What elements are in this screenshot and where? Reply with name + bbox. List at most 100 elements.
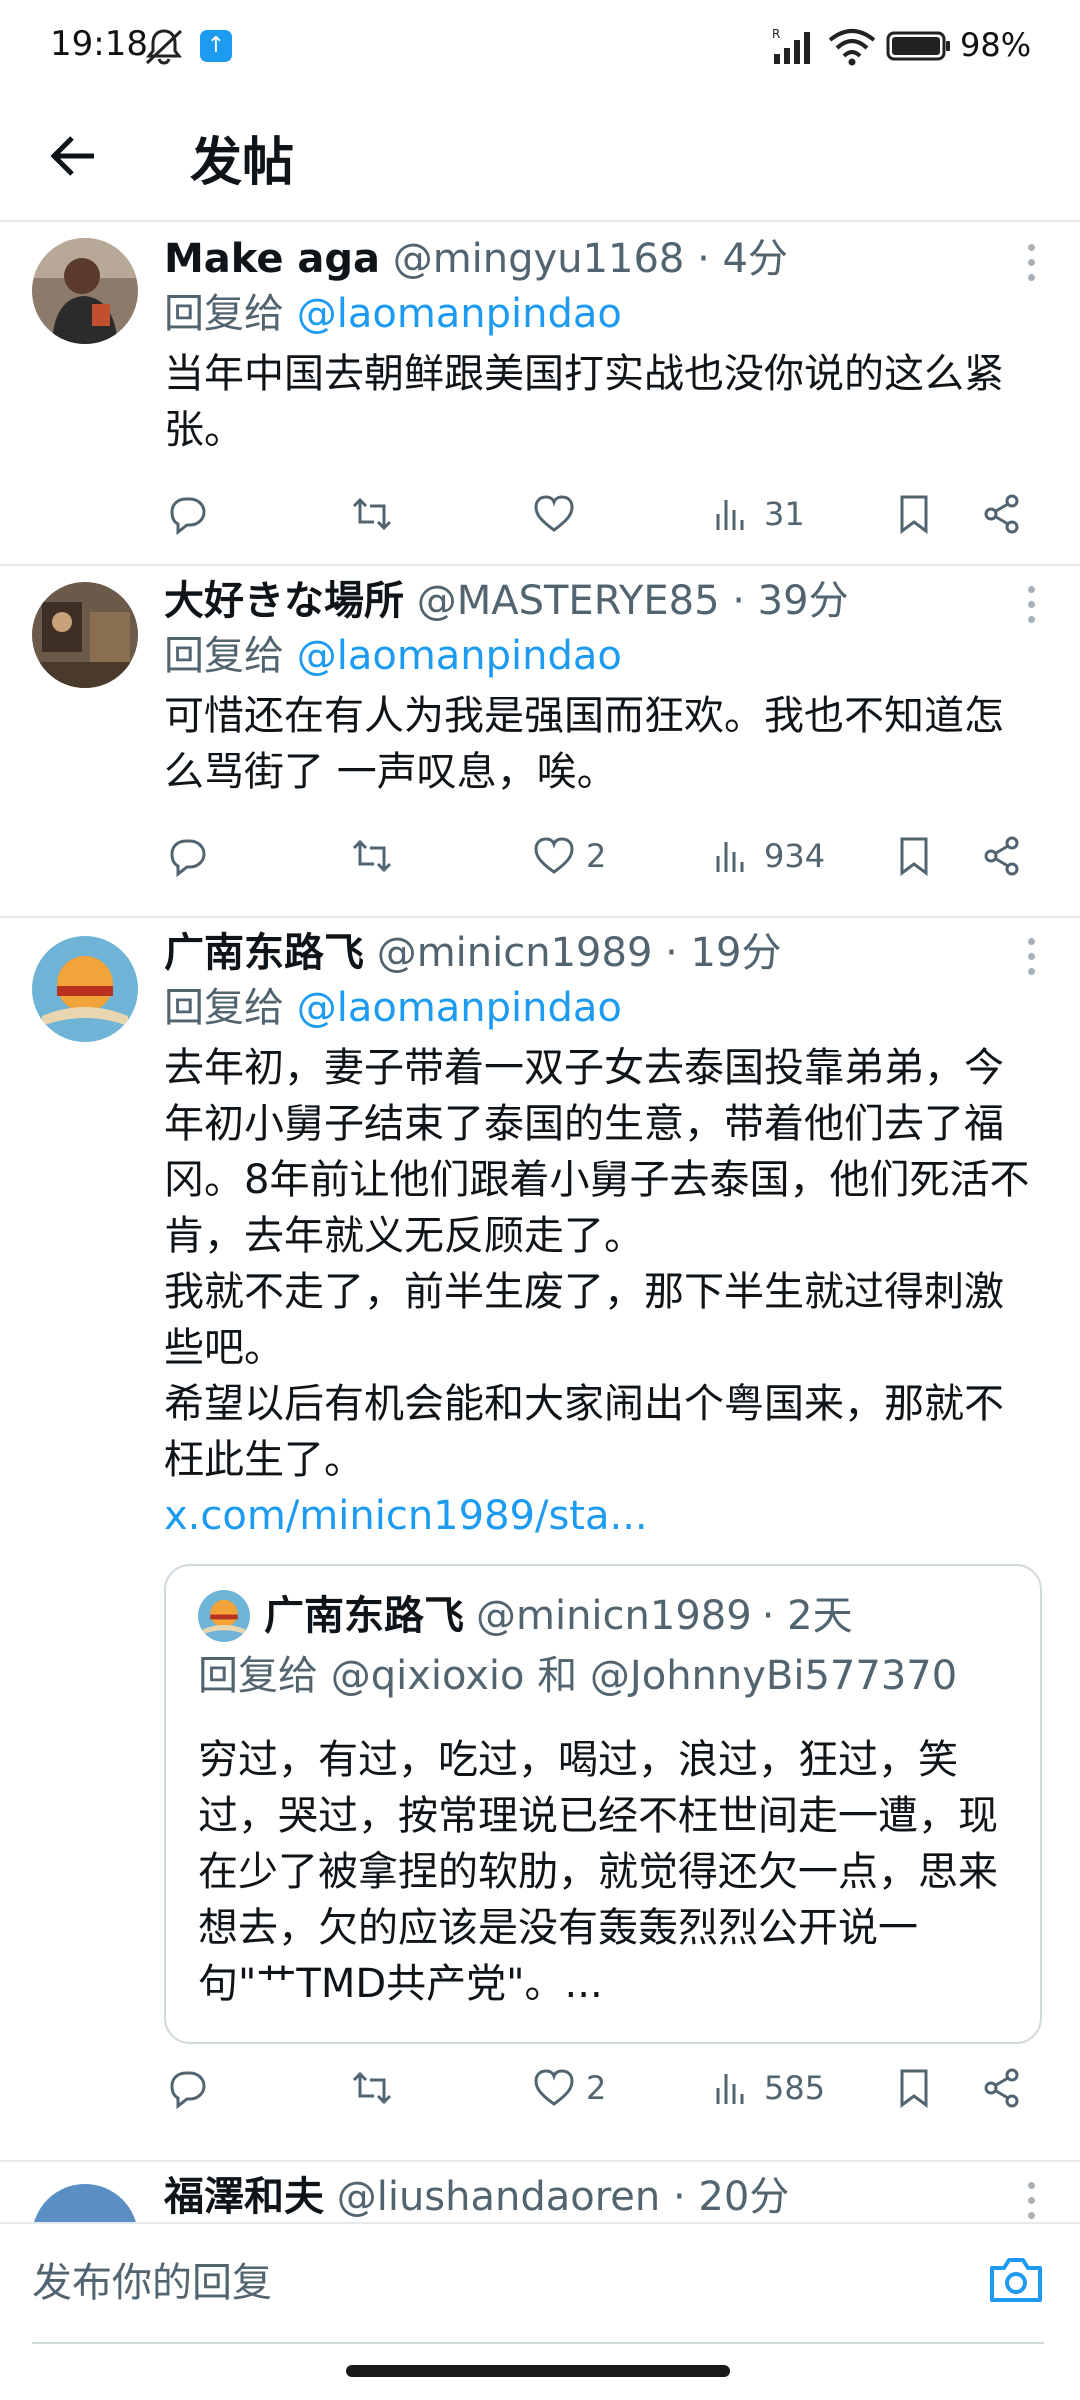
tweet-text: 当年中国去朝鲜跟美国打实战也没你说的这么紧张。 (164, 351, 1004, 453)
tweet-paragraph: 我就不走了，前半生废了，那下半生就过得刺激些吧。 (164, 1269, 1004, 1371)
views-icon (716, 842, 744, 872)
post-time: · 39分 (732, 578, 849, 624)
reply-mention[interactable]: @laomanpindao (297, 985, 622, 1031)
reply-input[interactable] (32, 2248, 932, 2318)
views-count: 585 (764, 2069, 826, 2107)
author-handle[interactable]: @minicn1989 (377, 930, 653, 976)
avatar[interactable] (32, 2184, 138, 2222)
bookmark-button[interactable] (892, 2066, 936, 2110)
views-button[interactable]: 585 (710, 2066, 825, 2110)
home-indicator[interactable] (346, 2365, 730, 2377)
quote-author-name: 广南东路飞 (264, 1593, 464, 1639)
mute-bell-icon (145, 29, 183, 65)
reply-context: 回复给 @laomanpindao (164, 286, 1042, 342)
share-icon (984, 836, 1019, 876)
reply-context: 回复给 @laomanpindao (164, 628, 1042, 684)
tweet-paragraph: 希望以后有机会能和大家闹出个粤国来，那就不枉此生了。 (164, 1381, 1004, 1483)
like-button[interactable] (532, 492, 586, 536)
back-arrow-icon[interactable] (46, 128, 102, 184)
share-button[interactable] (980, 2066, 1024, 2110)
heart-icon (534, 495, 574, 532)
reply-icon (170, 839, 206, 878)
tweet[interactable]: Make aga @mingyu1168 · 4分 回复给 @laomanpin… (0, 224, 1080, 566)
tweet-link[interactable]: x.com/minicn1989/sta... (164, 1488, 1042, 1544)
camera-icon[interactable] (988, 2254, 1044, 2306)
tweet[interactable]: 大好きな場所 @MASTERYE85 · 39分 回复给 @laomanpind… (0, 566, 1080, 918)
app-notification-icon: ↑ (200, 30, 232, 62)
views-count: 934 (764, 837, 826, 875)
views-button[interactable]: 31 (710, 492, 805, 536)
retweet-icon (352, 497, 392, 531)
reply-prefix: 回复给 (164, 633, 284, 679)
author-name[interactable]: 广南东路飞 (164, 930, 364, 976)
reply-mention[interactable]: @laomanpindao (297, 633, 622, 679)
views-icon (716, 2074, 744, 2104)
status-time: 19:18 (50, 24, 148, 64)
share-button[interactable] (980, 492, 1024, 536)
more-icon[interactable] (1026, 938, 1036, 978)
more-icon[interactable] (1026, 586, 1036, 626)
retweet-icon (352, 2071, 392, 2105)
reply-composer (0, 2222, 1080, 2344)
like-button[interactable]: 2 (532, 2066, 606, 2110)
tweet[interactable]: 广南东路飞 @minicn1989 · 19分 回复给 @laomanpinda… (0, 918, 1080, 2162)
share-icon (984, 2068, 1019, 2108)
avatar[interactable] (32, 582, 138, 688)
author-handle[interactable]: @MASTERYE85 (417, 578, 720, 624)
like-count: 2 (586, 2069, 607, 2107)
bookmark-icon (900, 495, 928, 534)
quote-author-handle: @minicn1989 (476, 1593, 752, 1639)
avatar[interactable] (32, 936, 138, 1042)
author-name[interactable]: 大好きな場所 (164, 578, 404, 624)
quote-text: 穷过，有过，吃过，喝过，浪过，狂过，笑过，哭过，按常理说已经不枉世间走一遭，现在… (198, 1737, 998, 2007)
quoted-tweet[interactable]: 广南东路飞 @minicn1989 · 2天 回复给 @qixioxio 和 @… (164, 1564, 1042, 2044)
more-icon[interactable] (1026, 244, 1036, 284)
post-time: · 19分 (665, 930, 782, 976)
page-title: 发帖 (190, 133, 295, 193)
author-handle[interactable]: @liushandaoren (337, 2174, 661, 2220)
retweet-button[interactable] (350, 834, 394, 878)
views-button[interactable]: 934 (710, 834, 825, 878)
retweet-button[interactable] (350, 2066, 394, 2110)
post-time: · 4分 (697, 236, 788, 282)
quote-time: · 2天 (761, 1593, 853, 1639)
tweet-paragraph: 去年初，妻子带着一双子女去泰国投靠弟弟，今年初小舅子结束了泰国的生意，带着他们去… (164, 1045, 1030, 1259)
battery-icon (886, 31, 950, 61)
more-icon[interactable] (1026, 2182, 1036, 2222)
reply-feed[interactable]: Make aga @mingyu1168 · 4分 回复给 @laomanpin… (0, 224, 1080, 2222)
author-name[interactable]: Make aga (164, 236, 380, 282)
action-bar: 31 (0, 484, 1080, 564)
quote-reply-context: 回复给 @qixioxio 和 @JohnnyBi577370 (198, 1653, 958, 1699)
reply-button[interactable] (166, 492, 210, 536)
bookmark-icon (900, 2069, 928, 2108)
app-header: 发帖 (0, 92, 1080, 222)
divider (32, 2342, 1044, 2344)
action-bar: 2 585 (0, 2058, 1080, 2138)
avatar[interactable] (32, 238, 138, 344)
reply-mention[interactable]: @laomanpindao (297, 291, 622, 337)
reply-context: 回复给 @laomanpindao (164, 980, 1042, 1036)
bookmark-button[interactable] (892, 492, 936, 536)
author-name[interactable]: 福澤和夫 (164, 2174, 324, 2220)
reply-prefix: 回复给 (164, 985, 284, 1031)
post-time: · 20分 (672, 2174, 790, 2220)
action-bar: 2 934 (0, 826, 1080, 906)
views-count: 31 (764, 495, 805, 533)
author-handle[interactable]: @mingyu1168 (393, 236, 685, 282)
tweet[interactable]: 福澤和夫 @liushandaoren · 20分 (0, 2162, 1080, 2222)
reply-button[interactable] (166, 834, 210, 878)
reply-icon (170, 2071, 206, 2110)
retweet-icon (352, 839, 392, 873)
bookmark-button[interactable] (892, 834, 936, 878)
heart-icon (534, 2069, 574, 2106)
share-button[interactable] (980, 834, 1024, 878)
like-count: 2 (586, 837, 607, 875)
reply-icon (170, 497, 206, 536)
tweet-text: 可惜还在有人为我是强国而狂欢。我也不知道怎么骂街了 一声叹息，唉。 (164, 693, 1004, 795)
battery-percent: 98% (960, 26, 1032, 64)
like-button[interactable]: 2 (532, 834, 606, 878)
signal-icon: R (772, 27, 810, 64)
views-icon (716, 500, 744, 530)
reply-button[interactable] (166, 2066, 210, 2110)
retweet-button[interactable] (350, 492, 394, 536)
